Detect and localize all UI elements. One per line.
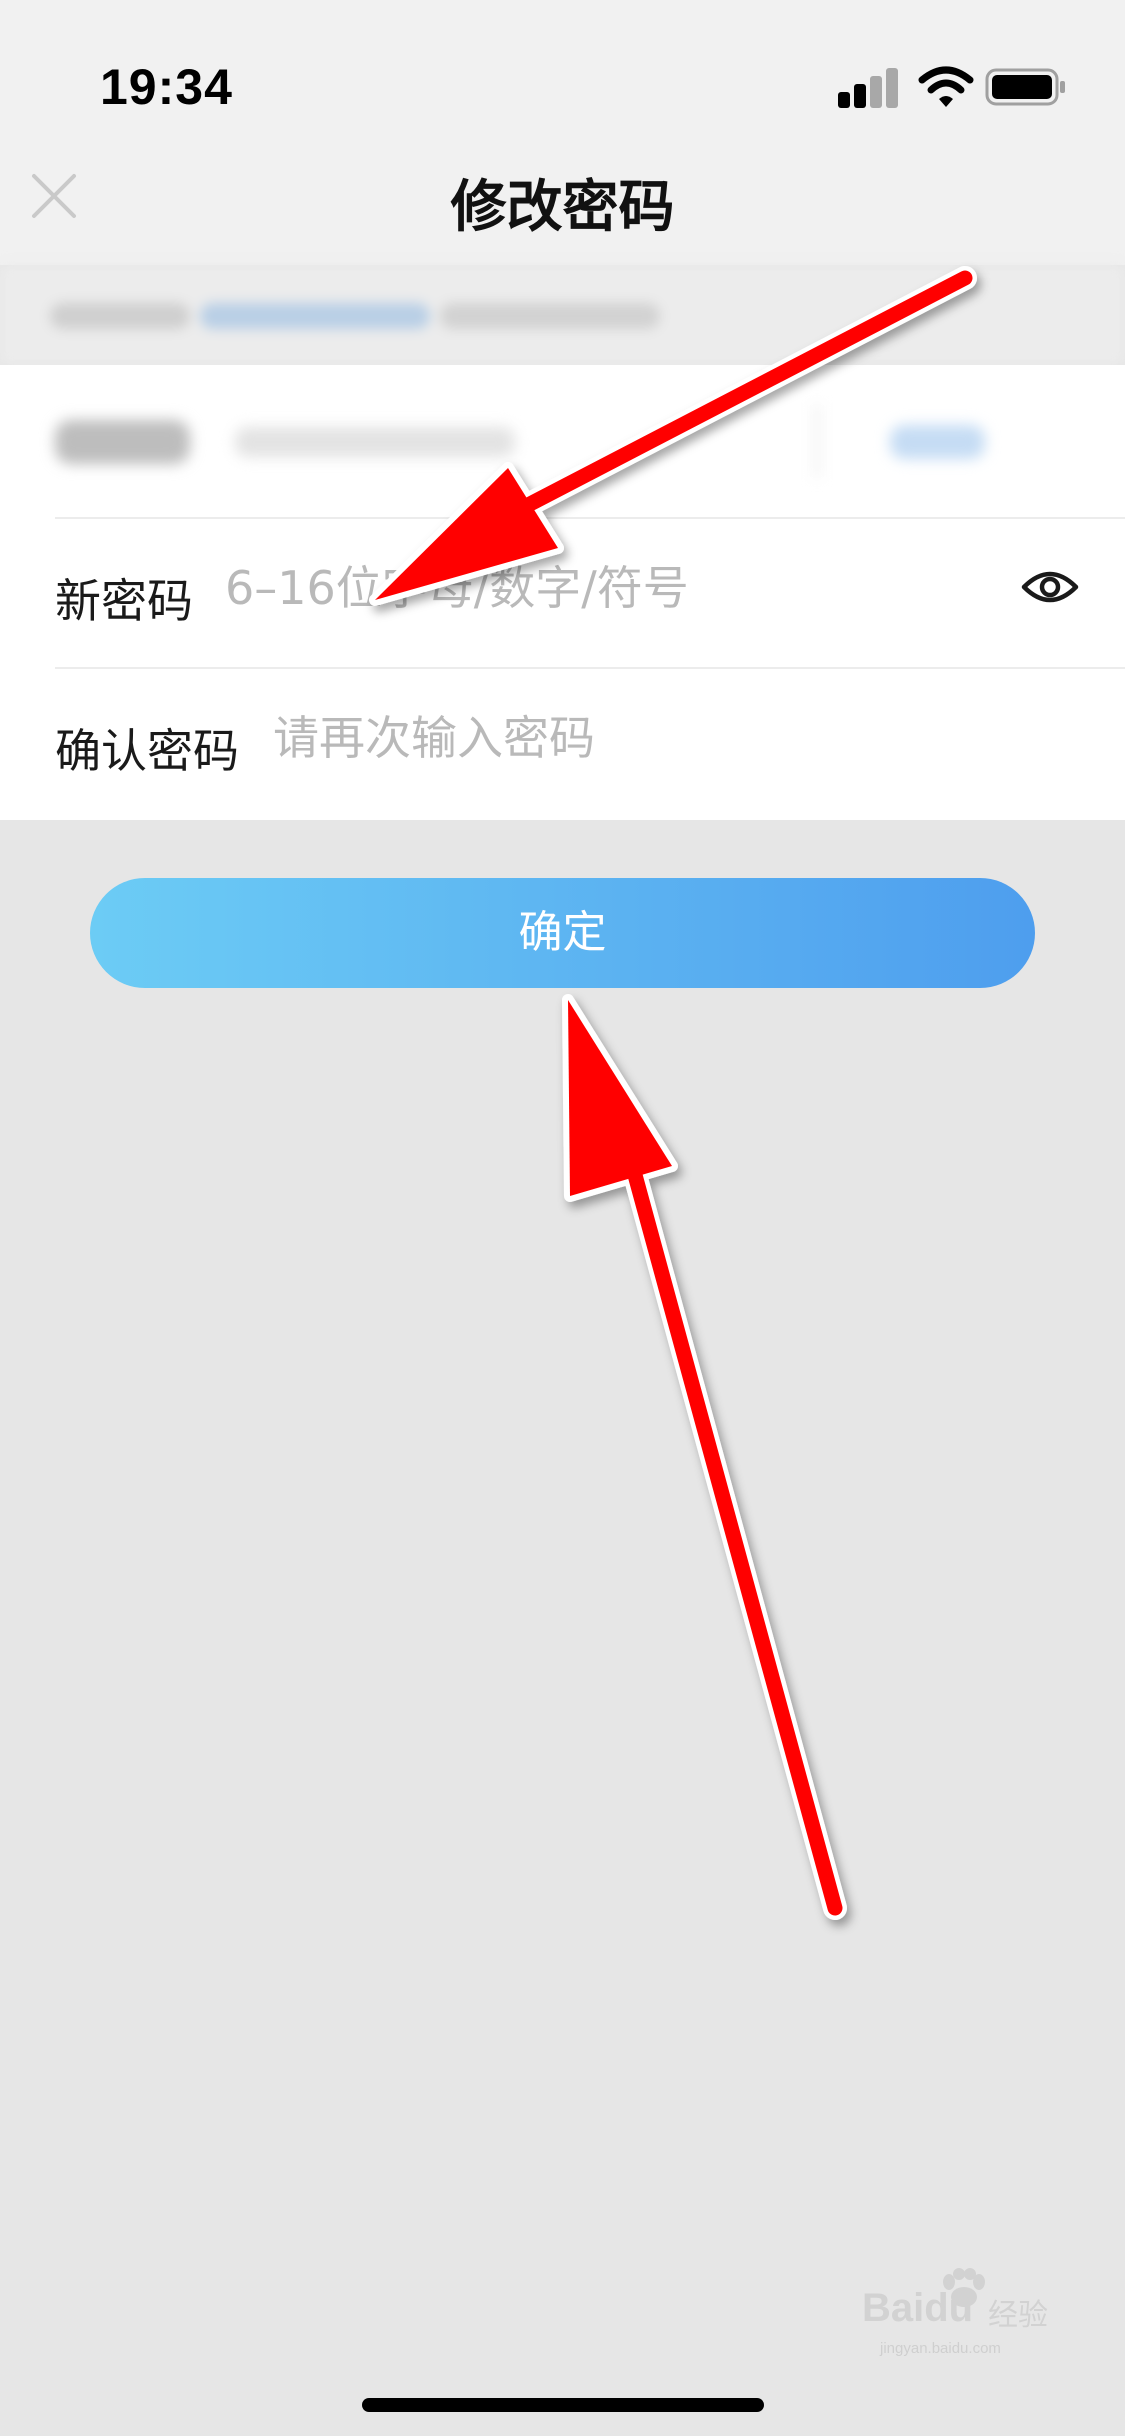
battery-icon	[985, 68, 1065, 106]
arrow-to-confirm-button	[562, 994, 847, 1920]
watermark-brand: Baidu	[862, 2286, 974, 2330]
blurred-account-row	[0, 365, 1125, 517]
eye-icon[interactable]	[1020, 567, 1080, 607]
confirm-password-label: 确认密码	[55, 724, 239, 778]
nav-bar: 修改密码	[0, 140, 1125, 265]
page-title: 修改密码	[450, 175, 675, 240]
confirm-password-input[interactable]	[273, 703, 1073, 773]
new-password-label: 新密码	[55, 574, 193, 628]
watermark-brand-cn: 经验	[988, 2298, 1048, 2333]
signal-icon	[838, 66, 900, 108]
password-form: 新密码 确认密码	[0, 365, 1125, 820]
baidu-jingyan-watermark: Baidu 经验 jingyan.baidu.com	[858, 2268, 1070, 2364]
wifi-icon	[918, 66, 974, 107]
new-password-input[interactable]	[225, 553, 995, 623]
status-time: 19:34	[100, 59, 233, 115]
divider	[55, 517, 1125, 519]
home-indicator[interactable]	[362, 2398, 764, 2412]
watermark-site: jingyan.baidu.com	[880, 2340, 1001, 2357]
blurred-notice	[0, 265, 1125, 365]
confirm-button[interactable]: 确定	[90, 878, 1035, 988]
status-bar: 19:34	[0, 0, 1125, 140]
divider	[55, 667, 1125, 669]
